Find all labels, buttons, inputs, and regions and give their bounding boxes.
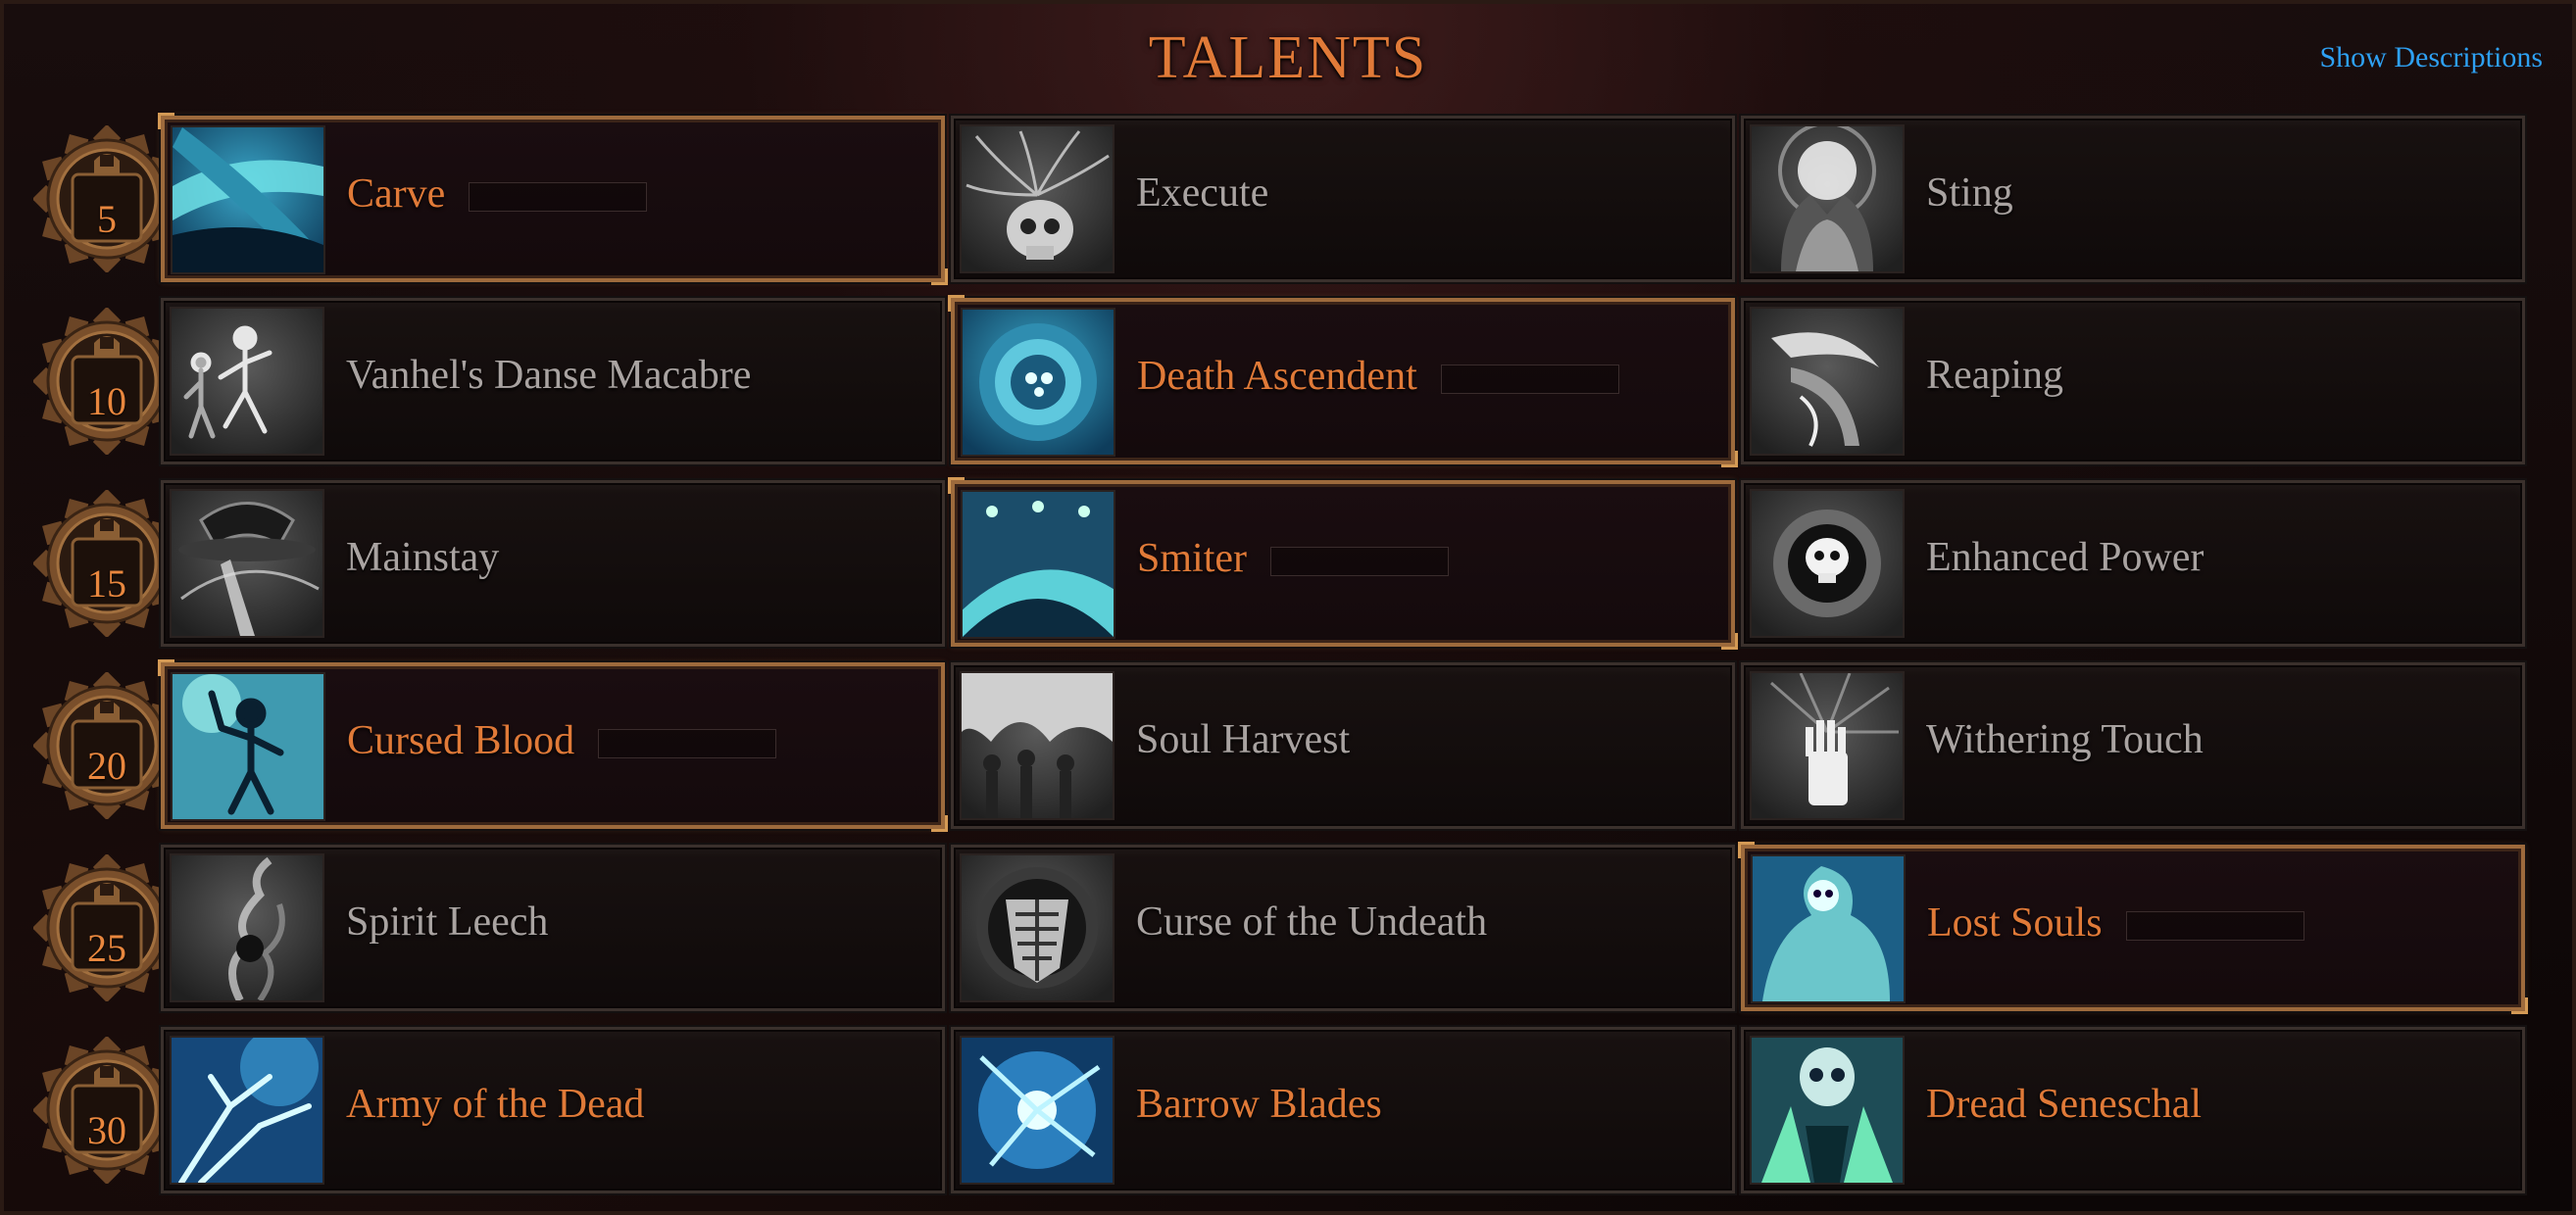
level-badge: 25: [33, 854, 180, 1001]
talent-name: Vanhel's Danse Macabre: [346, 353, 752, 398]
level-number: 25: [87, 926, 126, 970]
talent-row: 30 Army of the Dead Barrow Blades Dread …: [33, 1025, 2556, 1195]
talent-rank-slot: [1270, 547, 1449, 576]
talent-rank-slot: [598, 729, 777, 758]
talent-card-reaping[interactable]: Reaping: [1739, 296, 2527, 466]
talent-name: Smiter: [1137, 536, 1247, 581]
mainstay-icon: [170, 489, 324, 638]
level-badge: 20: [33, 672, 180, 819]
talent-name: Carve: [347, 171, 446, 217]
talent-row: 25 Spirit Leech Curse of the Undeath Los…: [33, 842, 2556, 1014]
talent-card-execute[interactable]: Execute: [949, 114, 1737, 284]
sting-icon: [1750, 124, 1905, 273]
talent-name: Barrow Blades: [1136, 1082, 1382, 1127]
army-of-dead-icon: [170, 1036, 324, 1185]
talent-name: Army of the Dead: [346, 1082, 645, 1127]
talent-name: Dread Seneschal: [1926, 1082, 2203, 1127]
talent-card-smiter[interactable]: Smiter: [948, 477, 1738, 650]
spirit-leech-icon: [170, 853, 324, 1002]
talent-rank-slot: [2125, 911, 2304, 941]
talent-name: Enhanced Power: [1926, 535, 2204, 580]
show-descriptions-link[interactable]: Show Descriptions: [2320, 41, 2544, 74]
talent-card-spirit-leech[interactable]: Spirit Leech: [159, 843, 947, 1013]
cursed-blood-icon: [171, 672, 325, 821]
soul-harvest-icon: [960, 671, 1115, 820]
level-badge: 10: [33, 308, 180, 455]
talent-name: Soul Harvest: [1136, 717, 1351, 762]
level-number: 20: [87, 744, 126, 788]
skull-emblem-icon: [1750, 489, 1905, 638]
talent-name: Withering Touch: [1926, 717, 2204, 762]
carve-icon: [171, 125, 325, 274]
lost-souls-icon: [1751, 854, 1906, 1003]
skeletal-hand-icon: [1750, 671, 1905, 820]
smiter-icon: [961, 490, 1115, 639]
talent-name: Spirit Leech: [346, 899, 549, 945]
talent-name: Reaping: [1926, 353, 2063, 398]
talent-name: Lost Souls: [1927, 900, 2103, 946]
talents-window: TALENTS Show Descriptions 5 Carve Execut…: [0, 0, 2576, 1215]
page-title: TALENTS: [1148, 24, 1428, 91]
skull-icon: [960, 124, 1115, 273]
talent-card-withering-touch[interactable]: Withering Touch: [1739, 660, 2527, 831]
barrow-blades-icon: [960, 1036, 1115, 1185]
talent-card-barrow-blades[interactable]: Barrow Blades: [949, 1025, 1737, 1195]
vortex-icon: [961, 308, 1115, 457]
talent-card-army-of-the-dead[interactable]: Army of the Dead: [159, 1025, 947, 1195]
talent-card-mainstay[interactable]: Mainstay: [159, 478, 947, 649]
level-badge: 5: [33, 125, 180, 272]
level-number: 30: [87, 1108, 126, 1152]
talent-card-carve[interactable]: Carve: [158, 113, 948, 285]
talent-card-cursed-blood[interactable]: Cursed Blood: [158, 659, 948, 832]
talent-row: 15 Mainstay Smiter Enhanced Power: [33, 477, 2556, 650]
talent-row: 10 Vanhel's Danse Macabre Death Ascenden…: [33, 295, 2556, 467]
reaping-icon: [1750, 307, 1905, 456]
talent-card-death-ascendent[interactable]: Death Ascendent: [948, 295, 1738, 467]
level-number: 5: [97, 197, 117, 241]
dancing-skeletons-icon: [170, 307, 324, 456]
talent-card-enhanced-power[interactable]: Enhanced Power: [1739, 478, 2527, 649]
talent-card-soul-harvest[interactable]: Soul Harvest: [949, 660, 1737, 831]
ribcage-shield-icon: [960, 853, 1115, 1002]
talent-row: 5 Carve Execute Sting: [33, 113, 2556, 285]
talent-rank-slot: [469, 182, 648, 212]
level-number: 10: [87, 379, 126, 423]
talent-row: 20 Cursed Blood Soul Harvest Withering T…: [33, 659, 2556, 832]
talent-rank-slot: [1440, 364, 1619, 394]
level-badge: 15: [33, 490, 180, 637]
talent-name: Curse of the Undeath: [1136, 899, 1488, 945]
level-badge: 30: [33, 1037, 180, 1184]
talent-card-curse-of-the-undeath[interactable]: Curse of the Undeath: [949, 843, 1737, 1013]
talent-card-sting[interactable]: Sting: [1739, 114, 2527, 284]
talent-card-dread-seneschal[interactable]: Dread Seneschal: [1739, 1025, 2527, 1195]
talent-name: Sting: [1926, 170, 2013, 216]
dread-seneschal-icon: [1750, 1036, 1905, 1185]
talent-name: Cursed Blood: [347, 718, 575, 763]
talent-name: Execute: [1136, 170, 1269, 216]
talent-card-lost-souls[interactable]: Lost Souls: [1738, 842, 2528, 1014]
talent-card-vanhel-s-danse-macabre[interactable]: Vanhel's Danse Macabre: [159, 296, 947, 466]
talent-name: Mainstay: [346, 535, 500, 580]
level-number: 15: [87, 561, 126, 606]
talent-name: Death Ascendent: [1137, 354, 1417, 399]
